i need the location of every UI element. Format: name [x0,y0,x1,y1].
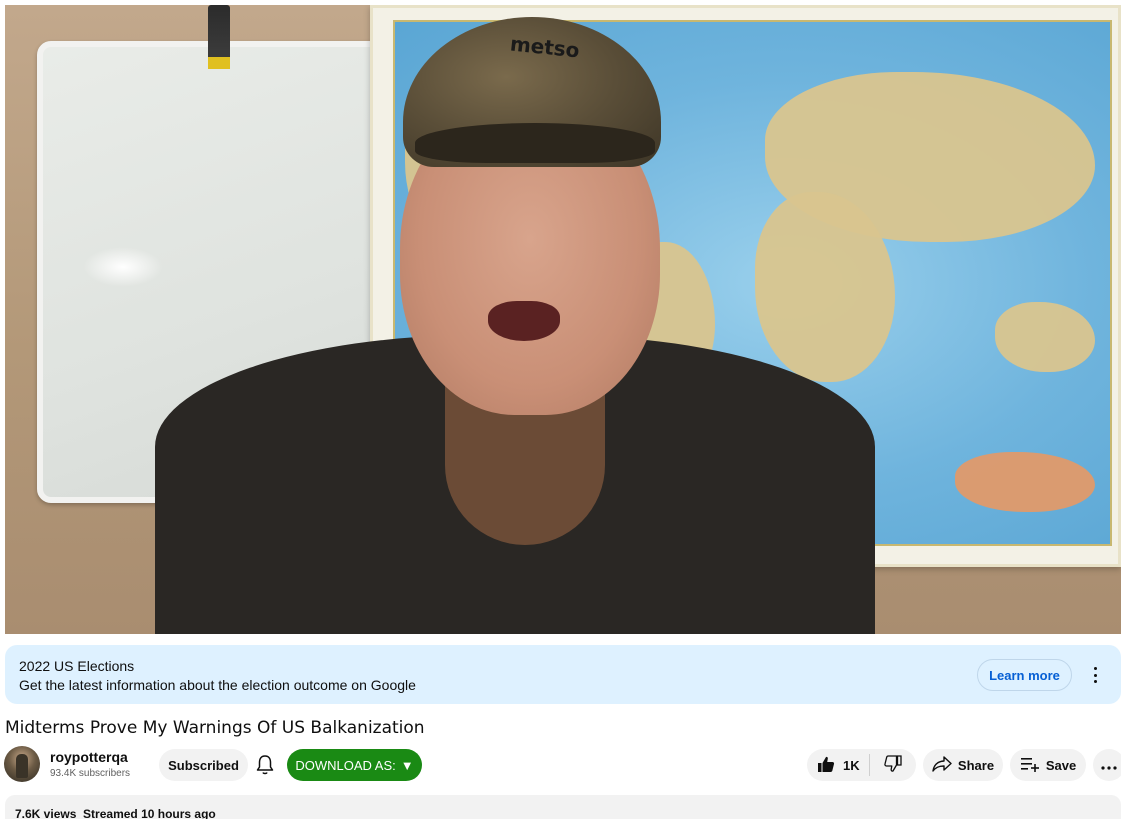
stream-date: Streamed 10 hours ago [83,807,216,819]
info-panel-text: Get the latest information about the ele… [19,677,416,693]
map-land-antarctica [955,452,1095,512]
download-as-button[interactable]: DOWNLOAD AS: ▼ [287,749,422,781]
like-count: 1K [843,757,860,773]
video-frame-person-mouth [488,301,560,341]
avatar-figure [16,754,28,778]
dislike-button[interactable] [870,749,916,781]
channel-name[interactable]: roypotterqa [50,749,128,765]
election-info-panel: 2022 US Elections Get the latest informa… [5,645,1121,704]
download-dropdown-icon: ▼ [400,757,414,773]
map-land-australia [995,302,1095,372]
view-count: 7.6K views [15,807,77,819]
video-player[interactable]: metso [5,5,1121,634]
description-box[interactable]: 7.6K views Streamed 10 hours ago [5,795,1121,819]
avatar[interactable] [4,746,40,782]
video-title: Midterms Prove My Warnings Of US Balkani… [5,718,425,738]
subscribed-button[interactable]: Subscribed [159,749,248,781]
description-meta: 7.6K views Streamed 10 hours ago [15,807,216,819]
learn-more-button[interactable]: Learn more [977,659,1072,691]
share-arrow-icon [932,755,952,775]
video-frame-cap-brim [415,123,655,163]
info-panel-title: 2022 US Elections [19,658,135,674]
save-label: Save [1045,757,1077,773]
save-button[interactable]: Save [1010,749,1086,781]
more-vertical-icon[interactable] [1087,664,1103,686]
more-actions-button[interactable] [1093,749,1121,781]
download-as-label: DOWNLOAD AS: [295,757,396,773]
like-button[interactable]: 1K [807,749,869,781]
video-frame-clip-tab [208,57,230,69]
share-label: Share [957,757,995,773]
subscriber-count: 93.4K subscribers [50,768,131,779]
more-horizontal-icon [1101,758,1117,773]
whiteboard-glare [83,247,163,287]
share-button[interactable]: Share [923,749,1003,781]
playlist-add-icon [1020,756,1040,775]
like-dislike-group: 1K [807,749,916,781]
thumbs-down-icon [884,754,902,776]
bell-icon[interactable] [255,754,275,776]
thumbs-up-icon [817,755,835,776]
video-frame-clip [208,5,230,63]
